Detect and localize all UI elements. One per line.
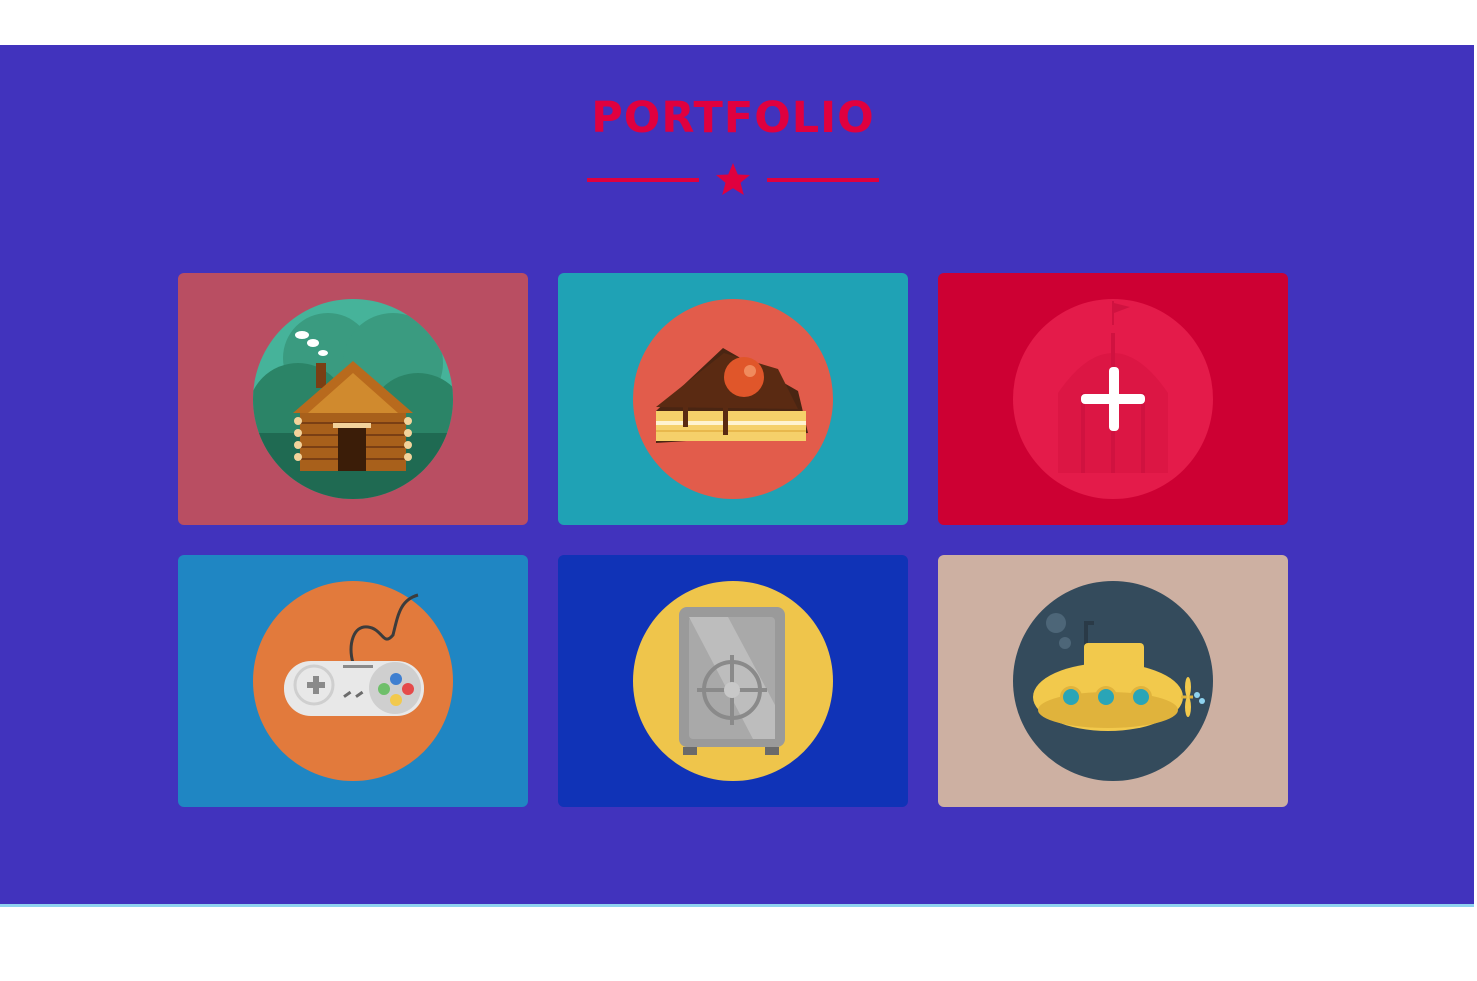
section-bottom-border bbox=[0, 904, 1474, 907]
portfolio-item-submarine[interactable] bbox=[938, 555, 1288, 807]
submarine-icon bbox=[1013, 581, 1213, 781]
portfolio-item-controller[interactable] bbox=[178, 555, 528, 807]
safe-icon bbox=[633, 581, 833, 781]
portfolio-item-cake[interactable] bbox=[558, 273, 908, 525]
plus-icon[interactable] bbox=[938, 273, 1288, 525]
portfolio-item-safe[interactable] bbox=[558, 555, 908, 807]
portfolio-title: PORTFOLIO bbox=[591, 93, 875, 143]
star-icon bbox=[716, 163, 750, 195]
cake-slice-icon bbox=[633, 299, 833, 499]
portfolio-item-cabin[interactable] bbox=[178, 273, 528, 525]
title-divider bbox=[587, 163, 879, 195]
portfolio-item-circus[interactable] bbox=[938, 273, 1288, 525]
log-cabin-icon bbox=[253, 299, 453, 499]
game-controller-icon bbox=[253, 581, 453, 781]
